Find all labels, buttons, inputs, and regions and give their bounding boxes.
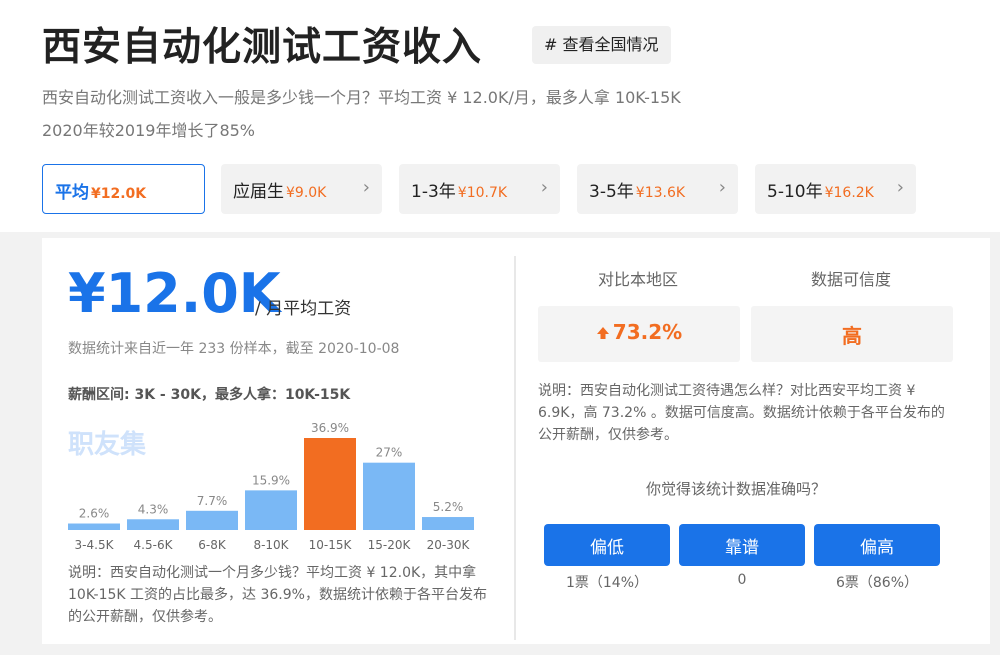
- region-compare-label: 对比本地区: [598, 270, 679, 289]
- bar-15-20K: [363, 462, 415, 530]
- tab-3-5-years[interactable]: 3-5年 ¥13.6K ›: [577, 164, 738, 214]
- tab-label: 1-3年: [411, 182, 456, 202]
- vote-low-count: 1票（14%）: [565, 575, 649, 591]
- bar-6-8K: [186, 510, 238, 530]
- region-compare-box: 73.2%: [538, 306, 740, 362]
- tab-1-3-years[interactable]: 1-3年 ¥10.7K ›: [399, 164, 560, 214]
- confidence-value: 高: [842, 324, 862, 348]
- tab-label: 平均: [55, 183, 89, 203]
- salary-card: ¥12.0K / 月平均工资 数据统计来自近一年 233 份样本，截至 2020…: [42, 238, 990, 644]
- vote-low-button[interactable]: 偏低: [544, 524, 670, 566]
- vote-accurate-button[interactable]: 靠谱: [679, 524, 805, 566]
- bar-value-label: 2.6%: [79, 507, 110, 521]
- salary-explanation: 说明：西安自动化测试一个月多少钱？平均工资 ¥ 12.0K，其中拿 10K-15…: [68, 565, 487, 625]
- view-national-button[interactable]: # 查看全国情况: [532, 26, 671, 64]
- subtitle-line-2: 2020年较2019年增长了85%: [42, 121, 256, 140]
- average-salary-value: ¥12.0K: [68, 262, 281, 325]
- tab-average[interactable]: 平均 ¥12.0K: [42, 164, 205, 214]
- bar-category-label: 20-30K: [427, 538, 471, 552]
- tab-label: 应届生: [233, 182, 284, 202]
- bar-category-label: 3-4.5K: [75, 538, 115, 552]
- confidence-box: 高: [751, 306, 953, 362]
- confidence-label: 数据可信度: [811, 270, 892, 289]
- subtitle-line-1: 西安自动化测试工资收入一般是多少钱一个月？平均工资 ¥ 12.0K/月，最多人拿…: [42, 88, 681, 107]
- bar-category-label: 6-8K: [198, 538, 227, 552]
- tab-value: ¥13.6K: [635, 185, 686, 201]
- average-salary-unit: / 月平均工资: [255, 299, 352, 319]
- salary-range-note: 薪酬区间: 3K - 30K，最多人拿：10K-15K: [68, 387, 351, 403]
- bar-4.5-6K: [127, 519, 179, 530]
- bar-category-label: 10-15K: [309, 538, 353, 552]
- bar-value-label: 4.3%: [138, 502, 169, 516]
- page-title: 西安自动化测试工资收入: [42, 25, 483, 70]
- bar-10-15K: [304, 438, 356, 530]
- tab-label: 3-5年: [589, 182, 634, 202]
- bar-8-10K: [245, 490, 297, 530]
- bar-value-label: 27%: [376, 446, 403, 460]
- comparison-explanation: 说明：西安自动化测试工资待遇怎么样？对比西安平均工资 ¥ 6.9K，高 73.2…: [538, 383, 945, 443]
- tab-value: ¥10.7K: [457, 185, 508, 201]
- vote-accurate-count: 0: [737, 572, 747, 588]
- tab-5-10-years[interactable]: 5-10年 ¥16.2K ›: [755, 164, 916, 214]
- chevron-right-icon: ›: [718, 177, 726, 198]
- tab-value: ¥9.0K: [286, 185, 327, 201]
- tab-value: ¥16.2K: [824, 185, 874, 201]
- chevron-right-icon: ›: [362, 177, 370, 198]
- bar-20-30K: [422, 517, 474, 530]
- chevron-right-icon: ›: [540, 177, 548, 198]
- vote-high-count: 6票（86%）: [835, 575, 919, 591]
- arrow-up-icon: [596, 327, 609, 339]
- chevron-right-icon: ›: [896, 177, 904, 198]
- tab-graduate[interactable]: 应届生 ¥9.0K ›: [221, 164, 382, 214]
- vote-high-button[interactable]: 偏高: [814, 524, 940, 566]
- bar-category-label: 4.5-6K: [134, 538, 174, 552]
- sample-note: 数据统计来自近一年 233 份样本，截至 2020-10-08: [68, 341, 400, 357]
- salary-distribution-chart: 2.6% 3-4.5K 4.3% 4.5-6K 7.7% 6-8K 15.9% 8-10K 36…: [68, 421, 474, 552]
- salary-panel: ¥12.0K / 月平均工资 数据统计来自近一年 233 份样本，截至 2020…: [0, 232, 1000, 655]
- bar-value-label: 15.9%: [252, 473, 290, 487]
- bar-category-label: 8-10K: [253, 538, 289, 552]
- bar-value-label: 7.7%: [197, 494, 228, 508]
- region-compare-value: 73.2%: [612, 320, 683, 344]
- tab-label: 5-10年: [767, 182, 823, 202]
- tab-value: ¥12.0K: [91, 186, 147, 202]
- bar-3-4.5K: [68, 523, 120, 530]
- page-header: 西安自动化测试工资收入 # 查看全国情况 西安自动化测试工资收入一般是多少钱一个…: [0, 0, 1000, 232]
- accuracy-question: 你觉得该统计数据准确吗？: [646, 480, 827, 498]
- column-divider: [514, 256, 516, 640]
- bar-value-label: 36.9%: [311, 421, 349, 435]
- bar-value-label: 5.2%: [433, 500, 464, 514]
- bar-category-label: 15-20K: [368, 538, 412, 552]
